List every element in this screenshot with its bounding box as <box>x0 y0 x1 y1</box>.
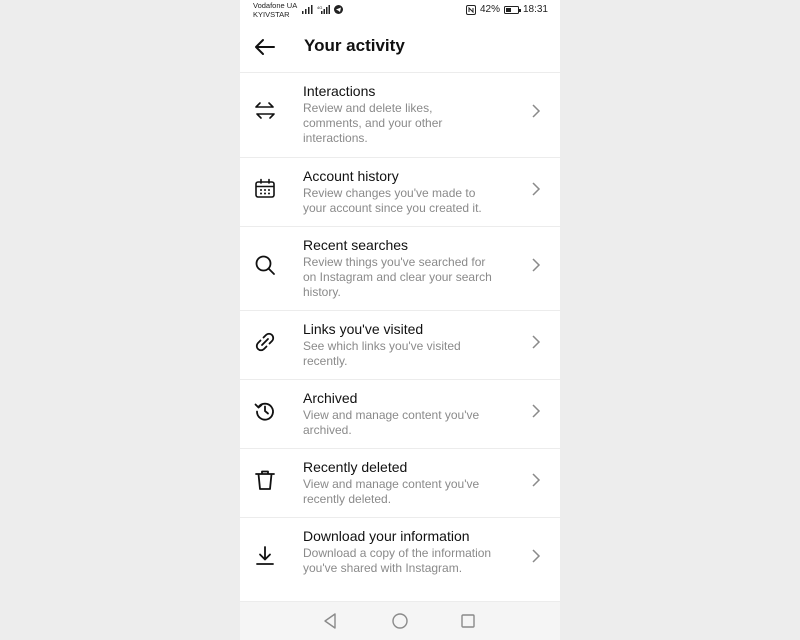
archive-history-icon <box>252 398 278 424</box>
nfc-icon <box>465 4 476 15</box>
signal-icon <box>302 5 313 14</box>
item-desc: Review and delete likes, comments, and y… <box>303 101 443 145</box>
status-bar: Vodafone UA KYIVSTAR 4G 42% 18:31 <box>240 0 560 22</box>
search-icon <box>252 252 278 278</box>
chevron-right-icon <box>532 104 541 118</box>
item-title: Download your information <box>303 528 470 544</box>
item-title: Recently deleted <box>303 459 408 475</box>
nav-back-button[interactable] <box>322 612 340 630</box>
menu-item-links-visited[interactable]: Links you've visited See which links you… <box>240 311 560 380</box>
item-desc: See which links you've visited recently. <box>303 339 461 368</box>
nav-home-button[interactable] <box>391 612 409 630</box>
battery-icon <box>503 5 521 14</box>
chevron-right-icon <box>532 258 541 272</box>
chevron-right-icon <box>532 182 541 196</box>
signal-icons: 4G <box>302 5 343 14</box>
item-title: Archived <box>303 390 358 406</box>
nav-home-icon <box>392 613 408 629</box>
menu-item-interactions[interactable]: Interactions Review and delete likes, co… <box>240 73 560 158</box>
chevron-right-icon <box>532 549 541 563</box>
item-title: Links you've visited <box>303 321 424 337</box>
telegram-icon <box>334 5 343 14</box>
chevron-right-icon <box>532 473 541 487</box>
nav-recents-icon <box>461 614 475 628</box>
phone-screen: Vodafone UA KYIVSTAR 4G 42% 18:31 Your a… <box>240 0 560 640</box>
item-desc: Review things you've searched for on Ins… <box>303 255 492 299</box>
nav-back-icon <box>324 613 336 629</box>
trash-icon <box>252 467 278 493</box>
app-header: Your activity <box>240 22 560 73</box>
menu-item-account-history[interactable]: Account history Review changes you've ma… <box>240 158 560 227</box>
item-title: Recent searches <box>303 237 409 253</box>
item-desc: Review changes you've made to your accou… <box>303 186 482 215</box>
svg-text:4G: 4G <box>317 5 322 10</box>
menu-item-recent-searches[interactable]: Recent searches Review things you've sea… <box>240 227 560 311</box>
arrow-left-icon <box>255 39 275 55</box>
menu-item-download-info[interactable]: Download your information Download a cop… <box>240 518 560 602</box>
link-icon <box>252 329 278 355</box>
menu-item-archived[interactable]: Archived View and manage content you've … <box>240 380 560 449</box>
calendar-icon <box>252 176 278 202</box>
system-nav-bar <box>240 602 560 640</box>
download-icon <box>252 543 278 569</box>
chevron-right-icon <box>532 404 541 418</box>
item-title: Interactions <box>303 83 376 99</box>
page-title: Your activity <box>304 36 405 55</box>
item-desc: View and manage content you've archived. <box>303 408 480 437</box>
signal-icon: 4G <box>317 5 330 14</box>
item-title: Account history <box>303 168 399 184</box>
menu-item-recently-deleted[interactable]: Recently deleted View and manage content… <box>240 449 560 518</box>
chevron-right-icon <box>532 335 541 349</box>
carrier-label: Vodafone UA KYIVSTAR <box>253 1 298 19</box>
item-desc: Download a copy of the information you'v… <box>303 546 492 575</box>
battery-percent: 42% <box>479 4 500 15</box>
nav-recents-button[interactable] <box>459 612 477 630</box>
clock: 18:31 <box>522 4 548 15</box>
interactions-icon <box>252 97 278 123</box>
back-button[interactable] <box>252 34 278 60</box>
status-right: 42% 18:31 <box>465 4 548 15</box>
item-desc: View and manage content you've recently … <box>303 477 480 506</box>
